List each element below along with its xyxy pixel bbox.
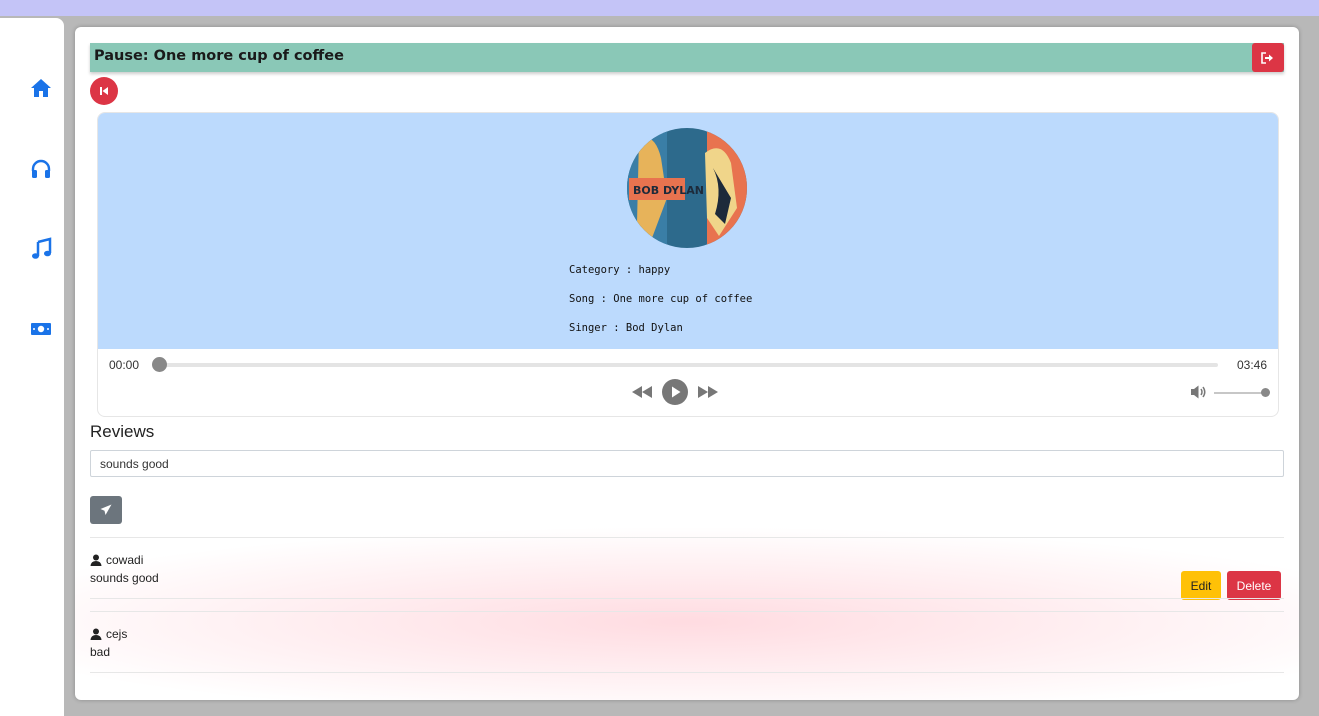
review-username: cowadi: [106, 553, 144, 567]
cover-text: BOB DYLAN: [633, 184, 704, 197]
fast-forward-icon[interactable]: [697, 385, 719, 399]
play-icon[interactable]: [662, 379, 688, 405]
divider: [90, 611, 1284, 612]
back-button[interactable]: [90, 77, 118, 105]
track-singer: Singer : Bod Dylan: [569, 322, 683, 334]
review-input[interactable]: [90, 450, 1284, 477]
rewind-icon[interactable]: [631, 385, 653, 399]
delete-button[interactable]: Delete: [1227, 571, 1281, 600]
sidebar: [0, 18, 64, 716]
edit-button[interactable]: Edit: [1181, 571, 1221, 600]
money-icon[interactable]: [29, 317, 53, 341]
paper-plane-icon: [100, 504, 112, 515]
review-user: cejs: [90, 627, 127, 641]
divider: [90, 537, 1284, 538]
review-text: bad: [90, 645, 111, 659]
current-time: 00:00: [109, 358, 140, 372]
home-icon[interactable]: [29, 76, 53, 100]
headphones-icon[interactable]: [29, 157, 53, 181]
review-username: cejs: [106, 627, 128, 641]
track-song: Song : One more cup of coffee: [569, 293, 753, 305]
logout-button[interactable]: [1252, 43, 1284, 72]
player-card: BOB DYLAN Category : happy Song : One mo…: [97, 112, 1279, 417]
total-duration: 03:46: [1237, 358, 1268, 372]
divider: [90, 598, 1284, 599]
page-title: Pause: One more cup of coffee: [94, 48, 344, 64]
progress-handle[interactable]: [152, 357, 167, 372]
background-glow: [75, 527, 1299, 700]
user-icon: [90, 554, 102, 566]
track-info-panel: BOB DYLAN Category : happy Song : One mo…: [98, 113, 1278, 349]
review-user: cowadi: [90, 553, 143, 567]
volume-handle[interactable]: [1261, 388, 1270, 397]
top-bar: [0, 0, 1319, 16]
now-playing-bar: Pause: One more cup of coffee: [90, 43, 1284, 72]
logout-icon: [1261, 51, 1273, 64]
review-text: sounds good: [90, 571, 159, 585]
album-cover: BOB DYLAN: [627, 128, 747, 248]
user-icon: [90, 628, 102, 640]
progress-bar[interactable]: [154, 363, 1218, 367]
send-review-button[interactable]: [90, 496, 122, 524]
music-note-icon[interactable]: [29, 237, 53, 261]
divider: [90, 672, 1284, 673]
main-panel: Pause: One more cup of coffee BOB DYLAN …: [75, 27, 1299, 700]
reviews-heading: Reviews: [90, 422, 155, 441]
track-category: Category : happy: [569, 264, 671, 276]
volume-icon[interactable]: [1190, 384, 1207, 400]
skip-back-icon: [100, 87, 108, 95]
volume-slider[interactable]: [1214, 392, 1266, 394]
